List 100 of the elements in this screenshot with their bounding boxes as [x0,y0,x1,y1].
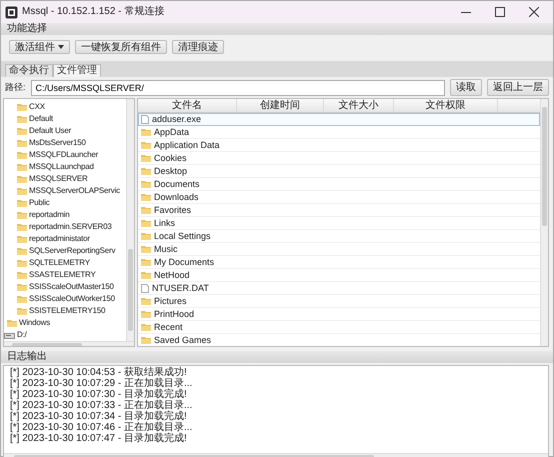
folder-icon [17,247,27,255]
scrollbar[interactable] [126,99,134,341]
log-line: [*] 2023-10-30 10:07:30 - 目录加载完成! [10,389,188,400]
folder-icon [17,151,27,159]
folder-icon [141,206,151,214]
tree-item[interactable]: reportadministator [29,234,90,244]
folder-icon [141,245,151,253]
table-cell[interactable]: PrintHood [154,308,194,320]
folder-icon [17,175,27,183]
table-cell[interactable]: Desktop [154,166,188,176]
column-header[interactable]: 文件权限 [394,99,498,112]
caret-icon [58,45,64,49]
folder-icon [141,180,151,188]
column-header[interactable]: 文件名 [138,99,237,112]
drive-icon [4,331,15,339]
folder-icon [141,154,151,162]
folder-icon [17,307,27,315]
log-line: [*] 2023-10-30 10:07:47 - 目录加载完成! [10,433,188,444]
log-line: [*] 2023-10-30 10:07:46 - 正在加载目录... [10,422,194,433]
table-cell[interactable]: Recent [154,322,183,332]
path-label: 路径: [5,82,26,93]
scrollbar[interactable] [540,99,548,346]
folder-icon [141,323,151,331]
tree-item[interactable]: Public [29,198,50,208]
table-cell[interactable]: Links [154,218,176,228]
tree-item[interactable]: SQLServerReportingServ [29,246,116,256]
tree-item[interactable]: CXX [29,102,45,112]
log-line: [*] 2023-10-30 10:07:29 - 正在加载目录... [10,378,194,389]
maximize-icon [495,7,505,17]
folder-icon [141,232,151,240]
toolbar-button[interactable]: 一键恢复所有组件 [75,40,167,54]
folder-icon [17,139,27,147]
table-cell[interactable]: Application Data [154,140,220,150]
table-cell[interactable]: Favorites [154,204,192,216]
table-cell[interactable]: Downloads [154,192,199,202]
tree-item[interactable]: SSISScaleOutWorker150 [29,294,115,304]
file-icon [141,284,149,292]
folder-icon [7,319,17,327]
log-line: [*] 2023-10-30 10:07:33 - 正在加载目录... [10,400,194,411]
table-cell[interactable]: Cookies [154,152,187,164]
tree-item[interactable]: MSSQLSERVER [29,174,88,184]
tree-item[interactable]: SSISScaleOutMaster150 [29,282,114,292]
folder-icon [141,310,151,318]
folder-icon [17,283,27,291]
folder-icon [141,219,151,227]
dropdown-button[interactable]: 激活组件 [9,40,70,54]
folder-icon [17,211,27,219]
log-line: [*] 2023-10-30 10:07:34 - 目录加载完成! [10,411,188,422]
folder-icon [141,193,151,201]
tree-item[interactable]: MSSQLFDLauncher [29,150,98,160]
folder-icon [141,167,151,175]
folder-icon [17,115,27,123]
folder-icon [141,297,151,305]
tree-item[interactable]: D:/ [17,330,27,340]
column-header[interactable]: 创建时间 [237,99,324,112]
tree-item[interactable]: MsDtsServer150 [29,138,86,148]
folder-icon [17,127,27,135]
tree-item[interactable]: reportadmin [29,210,70,220]
folder-icon [17,199,27,207]
tree-item[interactable]: Default [29,114,53,124]
tree-item[interactable]: SSISTELEMETRY150 [29,306,106,316]
toolbar-button[interactable]: 清理痕迹 [172,40,224,54]
tree-item[interactable]: reportadmin.SERVER03 [29,222,112,232]
table-cell[interactable]: NTUSER.DAT [152,282,209,294]
folder-icon [17,235,27,243]
tree-item[interactable]: SQLTELEMETRY [29,258,90,268]
tree-item[interactable]: Windows [19,318,50,328]
table-cell[interactable]: Documents [154,178,200,190]
table-cell[interactable]: Saved Games [154,334,212,346]
window-title: Mssql - 10.152.1.152 - 常规连接 [22,6,166,18]
table-cell[interactable]: adduser.exe [152,114,202,124]
folder-icon [17,259,27,267]
folder-icon [141,258,151,266]
folder-icon [141,336,151,344]
path-button[interactable]: 返回上一层 [487,79,549,96]
folder-icon [17,163,27,171]
close-icon [529,7,539,17]
table-cell[interactable]: NetHood [154,270,190,280]
table-cell[interactable]: Music [154,244,178,254]
folder-icon [17,223,27,231]
tab[interactable]: 命令执行 [5,64,53,77]
log-line: [*] 2023-10-30 10:04:53 - 获取结果成功! [10,367,188,378]
table-cell[interactable]: Pictures [154,296,187,306]
path-field[interactable]: C:/Users/MSSQLSERVER/ [30,80,445,96]
folder-icon [17,295,27,303]
folder-icon [17,103,27,111]
app-icon [5,6,18,18]
path-button[interactable]: 读取 [450,79,482,96]
table-cell[interactable]: My Documents [154,256,214,268]
folder-icon [17,271,27,279]
tree-item[interactable]: MSSQLServerOLAPServic [29,186,120,196]
tree-item[interactable]: Default User [29,126,72,136]
tree-item[interactable]: MSSQLLaunchpad [29,162,94,172]
section-header: 功能选择 [1,23,553,35]
tree-item[interactable]: SSASTELEMETRY [29,270,96,280]
table-cell[interactable]: Local Settings [154,230,211,242]
table-cell[interactable]: AppData [154,126,190,138]
folder-icon [141,271,151,279]
column-header[interactable]: 文件大小 [324,99,394,112]
tab[interactable]: 文件管理 [53,64,101,77]
